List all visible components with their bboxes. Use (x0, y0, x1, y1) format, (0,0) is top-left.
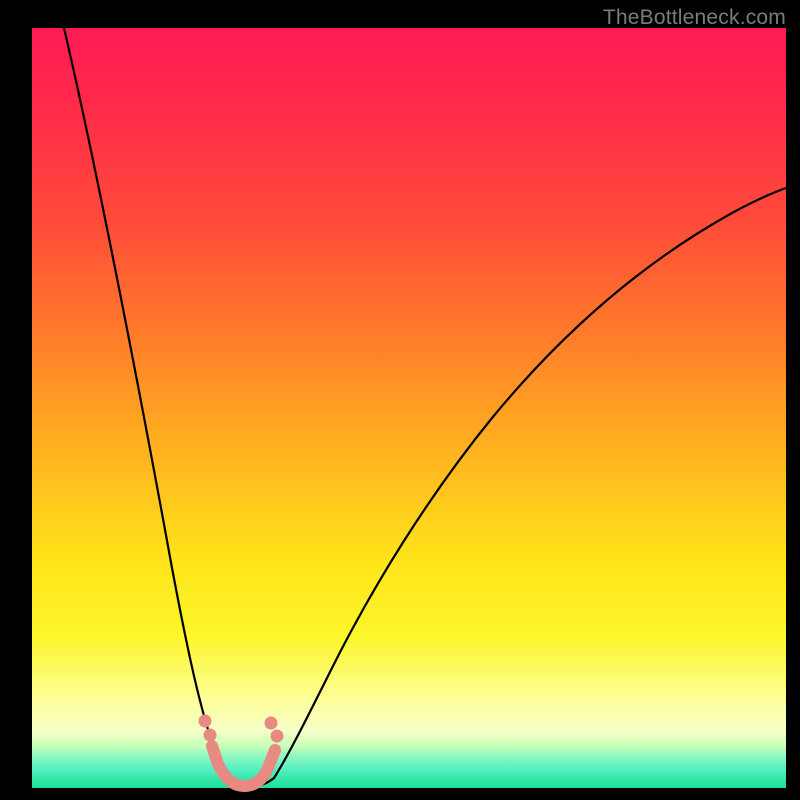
watermark-text: TheBottleneck.com (603, 6, 786, 30)
curve-right-branch (274, 188, 786, 778)
plot-area (32, 28, 786, 788)
highlight-valley-left (212, 746, 218, 764)
curve-svg (32, 28, 786, 788)
highlight-dot (204, 729, 217, 742)
curve-left-branch (64, 28, 230, 782)
highlight-valley (218, 750, 275, 786)
chart-frame: TheBottleneck.com (0, 0, 800, 800)
highlight-dot (271, 730, 284, 743)
highlight-dot (265, 717, 278, 730)
highlight-dot (199, 715, 212, 728)
